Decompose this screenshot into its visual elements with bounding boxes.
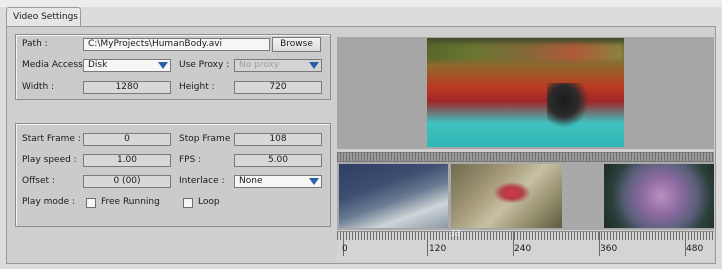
chevron-down-icon	[309, 62, 319, 69]
stop-frame-field[interactable]: 108	[234, 133, 322, 146]
fps-field[interactable]: 5.00	[234, 154, 322, 167]
height-label: Height :	[179, 82, 215, 92]
thumbnail-1[interactable]	[339, 164, 448, 228]
fps-label: FPS :	[179, 155, 202, 165]
offset-label: Offset :	[22, 176, 55, 186]
frame-scrubber[interactable]	[337, 152, 714, 162]
media-access-dropdown[interactable]: Disk	[83, 59, 171, 72]
thumbnail-2[interactable]	[451, 164, 562, 228]
title-strip	[0, 0, 722, 7]
timeline-tick-label: 240	[514, 244, 532, 254]
loop-checkbox[interactable]	[183, 198, 193, 208]
start-frame-field[interactable]: 0	[83, 133, 171, 146]
browse-button[interactable]: Browse	[272, 37, 321, 52]
timeline-tick-label: 0	[342, 244, 348, 254]
height-field[interactable]: 720	[234, 81, 322, 94]
play-speed-field[interactable]: 1.00	[83, 154, 171, 167]
loop-label: Loop	[198, 197, 220, 207]
use-proxy-value: No proxy	[239, 60, 280, 70]
timeline-tick-label: 480	[686, 244, 704, 254]
media-access-value: Disk	[88, 60, 108, 70]
tab-video-settings[interactable]: Video Settings	[6, 7, 81, 26]
timeline-minor-ticks	[337, 232, 714, 240]
timeline-ruler[interactable]: 0 120 240 360 480	[337, 231, 714, 262]
video-frame	[427, 38, 624, 147]
timeline-tick-label: 120	[429, 244, 447, 254]
path-field[interactable]: C:\MyProjects\HumanBody.avi	[83, 38, 270, 51]
path-label: Path :	[22, 39, 48, 49]
free-running-checkbox[interactable]	[86, 198, 96, 208]
stop-frame-label: Stop Frame :	[179, 134, 237, 144]
free-running-label: Free Running	[101, 197, 160, 207]
interlace-label: Interlace :	[179, 176, 225, 186]
thumbnail-3[interactable]	[604, 164, 714, 228]
width-label: Width :	[22, 82, 55, 92]
start-frame-label: Start Frame :	[22, 134, 81, 144]
width-field[interactable]: 1280	[83, 81, 171, 94]
offset-field[interactable]: 0 (00)	[83, 175, 171, 188]
play-speed-label: Play speed :	[22, 155, 77, 165]
play-mode-label: Play mode :	[22, 197, 76, 207]
use-proxy-label: Use Proxy :	[179, 60, 230, 70]
media-access-label: Media Access :	[22, 60, 89, 70]
timeline-tick-label: 360	[600, 244, 618, 254]
current-frame-marker: 33	[450, 229, 461, 238]
chevron-down-icon	[309, 178, 319, 185]
use-proxy-dropdown[interactable]: No proxy	[234, 59, 322, 72]
interlace-dropdown[interactable]: None	[234, 175, 322, 188]
chevron-down-icon	[158, 62, 168, 69]
interlace-value: None	[239, 176, 263, 186]
timeline-major-tick	[427, 232, 428, 256]
